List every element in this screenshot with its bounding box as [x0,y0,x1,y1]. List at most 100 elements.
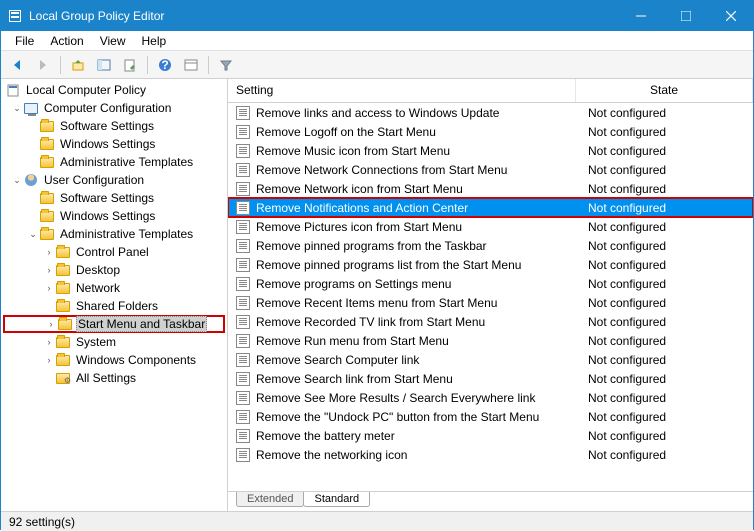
column-state[interactable]: State [576,79,753,102]
menu-help[interactable]: Help [134,32,175,50]
policy-item-icon [234,200,252,216]
expand-icon[interactable]: › [43,336,55,348]
list-row[interactable]: Remove Run menu from Start MenuNot confi… [228,331,753,350]
policy-item-icon [234,257,252,273]
tab-standard[interactable]: Standard [303,492,370,507]
setting-name: Remove links and access to Windows Updat… [256,106,576,120]
up-button[interactable] [66,54,90,76]
list-row[interactable]: Remove pinned programs list from the Sta… [228,255,753,274]
list-row[interactable]: Remove pinned programs from the TaskbarN… [228,236,753,255]
tree-admin-templates[interactable]: Administrative Templates [3,153,225,171]
tree-windows-components[interactable]: ›Windows Components [3,351,225,369]
list-row[interactable]: Remove programs on Settings menuNot conf… [228,274,753,293]
expand-icon[interactable]: › [43,354,55,366]
setting-name: Remove the "Undock PC" button from the S… [256,410,576,424]
list-row[interactable]: Remove Network Connections from Start Me… [228,160,753,179]
tree-software-settings[interactable]: Software Settings [3,189,225,207]
show-hide-tree-button[interactable] [92,54,116,76]
collapse-icon[interactable]: ⌄ [27,228,39,240]
setting-name: Remove pinned programs list from the Sta… [256,258,576,272]
list-row[interactable]: Remove Network icon from Start MenuNot c… [228,179,753,198]
setting-name: Remove See More Results / Search Everywh… [256,391,576,405]
list-row[interactable]: Remove the battery meterNot configured [228,426,753,445]
tree-windows-settings[interactable]: Windows Settings [3,135,225,153]
back-button[interactable] [5,54,29,76]
tree-admin-templates[interactable]: ⌄ Administrative Templates [3,225,225,243]
tree-windows-settings[interactable]: Windows Settings [3,207,225,225]
list-body[interactable]: Remove links and access to Windows Updat… [228,103,753,491]
expand-icon[interactable]: › [43,264,55,276]
list-row[interactable]: Remove Recorded TV link from Start MenuN… [228,312,753,331]
tree-network[interactable]: ›Network [3,279,225,297]
tree-all-settings[interactable]: All Settings [3,369,225,387]
tree-user-config[interactable]: ⌄ User Configuration [3,171,225,189]
properties-button[interactable] [179,54,203,76]
setting-state: Not configured [576,277,753,291]
settings-icon [55,371,71,385]
setting-state: Not configured [576,125,753,139]
tree-label: Desktop [74,263,122,277]
status-text: 92 setting(s) [9,515,75,529]
menu-action[interactable]: Action [42,32,91,50]
list-row[interactable]: Remove Search Computer linkNot configure… [228,350,753,369]
setting-state: Not configured [576,429,753,443]
export-list-button[interactable] [118,54,142,76]
menu-view[interactable]: View [92,32,134,50]
list-row[interactable]: Remove Pictures icon from Start MenuNot … [228,217,753,236]
setting-state: Not configured [576,239,753,253]
toolbar-separator [60,56,61,74]
close-button[interactable] [708,1,753,31]
setting-state: Not configured [576,182,753,196]
tab-extended[interactable]: Extended [236,492,304,507]
minimize-button[interactable] [618,1,663,31]
setting-name: Remove Music icon from Start Menu [256,144,576,158]
menu-file[interactable]: File [7,32,42,50]
expand-icon[interactable]: › [43,282,55,294]
setting-name: Remove the battery meter [256,429,576,443]
list-row[interactable]: Remove Logoff on the Start MenuNot confi… [228,122,753,141]
setting-state: Not configured [576,372,753,386]
collapse-icon[interactable]: ⌄ [11,174,23,186]
list-row[interactable]: Remove the networking iconNot configured [228,445,753,464]
setting-name: Remove Recorded TV link from Start Menu [256,315,576,329]
tree-shared-folders[interactable]: Shared Folders [3,297,225,315]
expand-icon[interactable]: › [45,318,57,330]
forward-button[interactable] [31,54,55,76]
list-row[interactable]: Remove Notifications and Action CenterNo… [228,198,753,217]
tree-start-menu-taskbar[interactable]: ›Start Menu and Taskbar [3,315,225,333]
expand-icon[interactable]: › [43,246,55,258]
folder-icon [39,119,55,133]
setting-name: Remove Notifications and Action Center [256,201,576,215]
list-row[interactable]: Remove Recent Items menu from Start Menu… [228,293,753,312]
filter-button[interactable] [214,54,238,76]
list-row[interactable]: Remove See More Results / Search Everywh… [228,388,753,407]
list-panel: Setting State Remove links and access to… [228,79,753,511]
tree-desktop[interactable]: › Desktop [3,261,225,279]
tree-label: All Settings [74,371,138,385]
folder-icon [39,209,55,223]
list-row[interactable]: Remove Search link from Start MenuNot co… [228,369,753,388]
maximize-button[interactable] [663,1,708,31]
tree-control-panel[interactable]: ›Control Panel [3,243,225,261]
policy-item-icon [234,124,252,140]
column-setting[interactable]: Setting [228,79,576,102]
list-row[interactable]: Remove Music icon from Start MenuNot con… [228,141,753,160]
tree-system[interactable]: ›System [3,333,225,351]
tree-label: Windows Settings [58,137,157,151]
content-area: Local Computer Policy ⌄ Computer Configu… [1,79,753,511]
tree-computer-config[interactable]: ⌄ Computer Configuration [3,99,225,117]
setting-name: Remove the networking icon [256,448,576,462]
policy-item-icon [234,105,252,121]
collapse-icon[interactable]: ⌄ [11,102,23,114]
folder-icon [55,335,71,349]
tree-panel[interactable]: Local Computer Policy ⌄ Computer Configu… [1,79,228,511]
user-icon [23,173,39,187]
tree-software-settings[interactable]: Software Settings [3,117,225,135]
help-button[interactable]: ? [153,54,177,76]
list-row[interactable]: Remove links and access to Windows Updat… [228,103,753,122]
policy-item-icon [234,181,252,197]
policy-item-icon [234,143,252,159]
tree-root[interactable]: Local Computer Policy [3,81,225,99]
list-row[interactable]: Remove the "Undock PC" button from the S… [228,407,753,426]
setting-name: Remove Logoff on the Start Menu [256,125,576,139]
